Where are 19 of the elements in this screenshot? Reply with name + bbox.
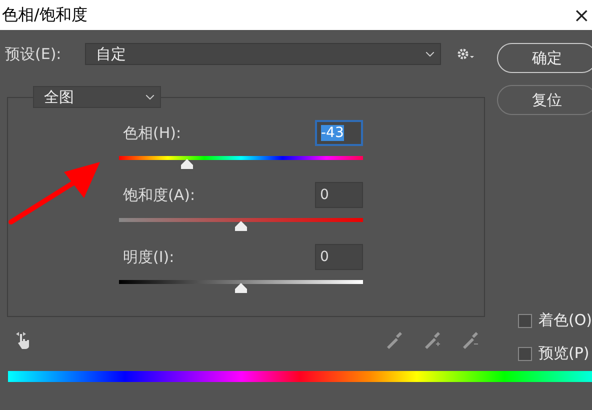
checkbox-label: 着色(O): [538, 311, 592, 330]
window-title: 色相/饱和度: [1, 4, 88, 26]
preset-label: 预设(E):: [5, 44, 62, 64]
value-field[interactable]: 0: [315, 182, 363, 208]
gear-icon[interactable]: [457, 47, 475, 61]
chevron-icon: [426, 52, 434, 56]
value-field[interactable]: 0: [315, 244, 363, 270]
preset-dropdown[interactable]: 自定: [85, 43, 441, 65]
dialog-button[interactable]: 复位: [497, 85, 592, 115]
slider-label: 色相(H):: [122, 124, 182, 142]
checkbox-label: 预览(P): [538, 344, 590, 363]
chevron-icon: [146, 94, 154, 100]
close-button[interactable]: ×: [573, 3, 590, 27]
checkbox[interactable]: [518, 314, 532, 328]
dialog-button[interactable]: 确定: [497, 43, 592, 73]
channel-dropdown[interactable]: 全图: [33, 86, 161, 108]
slider-label: 明度(I):: [122, 248, 174, 266]
slider-label: 饱和度(A):: [122, 186, 196, 204]
checkbox[interactable]: [518, 346, 532, 360]
